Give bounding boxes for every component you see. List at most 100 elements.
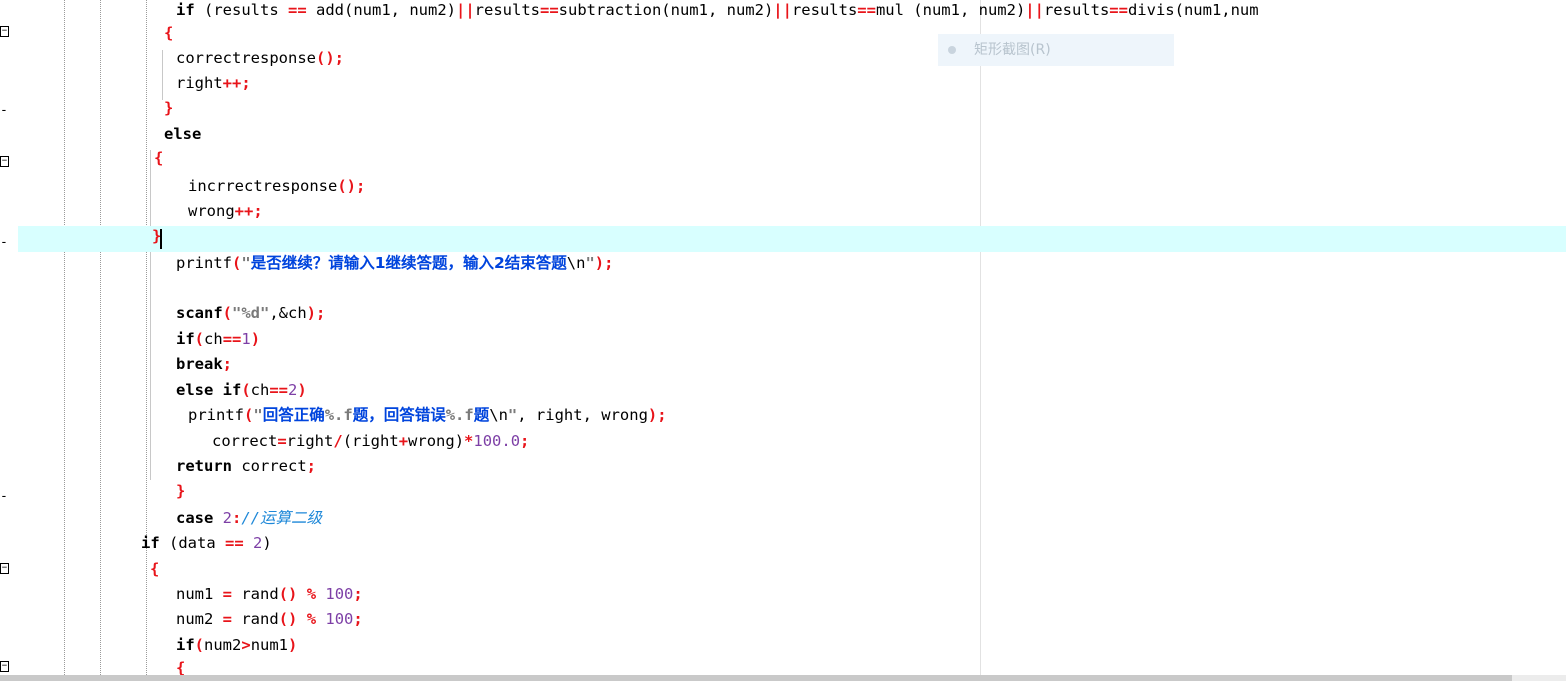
code-token: == [222,330,242,348]
code-line[interactable]: break; [176,353,232,375]
code-token: ); [594,254,614,272]
code-token: ; [306,457,316,475]
code-token: case [176,509,214,527]
code-line[interactable]: printf("是否继续？请输入1继续答题，输入2结束答题\n"); [176,252,613,274]
context-menu-item-rect-screenshot[interactable]: 矩形截图(R) [938,34,1174,66]
code-token: %.f [324,406,353,424]
code-token: 100 [316,585,354,603]
code-token: 题，回答错误 [352,406,446,424]
code-token: + [398,432,409,450]
code-line[interactable]: scanf("%d",&ch); [176,302,325,324]
fold-margin[interactable]: − - − - - − − [0,0,18,681]
code-token: ); [647,406,667,424]
code-line[interactable]: wrong++; [188,200,263,222]
code-line[interactable]: return correct; [176,455,316,477]
code-line[interactable]: correctresponse(); [176,47,344,69]
fold-end-marker: - [0,103,8,118]
code-token: num1 [176,585,223,603]
code-token: incrrectresponse [188,177,338,195]
code-token: || [455,1,475,19]
code-token: ; [353,610,363,628]
code-line[interactable]: printf("回答正确%.f题，回答错误%.f题\n", right, wro… [188,404,667,426]
code-token: / [333,432,343,450]
code-token: ch [250,381,270,399]
code-line[interactable]: else [164,123,201,145]
code-token: wrong [188,202,235,220]
code-token: == [288,1,307,19]
code-line[interactable]: right++; [176,72,251,94]
fold-collapse-icon[interactable]: − [0,156,9,167]
code-token: = [277,432,287,450]
code-token: divis(num1,num [1127,1,1259,19]
fold-collapse-icon[interactable]: − [0,26,9,37]
code-token: () [278,585,298,603]
code-token: ) [262,534,272,552]
code-token: subtraction(num1, num2) [558,1,774,19]
code-line[interactable]: else if(ch==2) [176,379,307,401]
code-line[interactable]: incrrectresponse(); [188,175,365,197]
code-token: || [1025,1,1044,19]
code-token: rand [232,610,279,628]
code-token: " [241,254,251,272]
fold-end-marker: - [0,235,8,250]
code-token: 1 [241,330,251,348]
code-token: 100 [316,610,354,628]
code-token: else if [176,381,242,399]
code-token: 2 [243,534,263,552]
code-token: % [306,585,317,603]
code-line[interactable]: case 2://运算二级 [176,507,322,529]
code-token: ) [297,381,307,399]
code-token: correct [232,457,307,475]
code-token: ; [520,432,530,450]
code-token: correct [212,432,278,450]
code-token: else [164,125,202,143]
code-token: 2 [213,509,232,527]
code-token: ) [288,636,298,654]
code-token: = [222,585,233,603]
code-line[interactable]: if (results == add(num1, num2)||results=… [176,0,1259,21]
code-token: 回答正确 [262,406,325,424]
scrollbar-thumb[interactable] [0,675,1512,681]
fold-collapse-icon[interactable]: − [0,563,9,574]
code-token: num1 [250,636,289,654]
long-line-marker [980,0,981,681]
code-token: ( [232,254,242,272]
code-token: ( [194,330,205,348]
minus-icon: − [1,156,8,166]
code-token: == [269,381,289,399]
code-line[interactable]: { [150,558,159,580]
code-token: ( [241,381,251,399]
code-line[interactable]: if(num2>num1) [176,634,297,656]
code-line[interactable]: num2 = rand() % 100; [176,608,363,630]
code-token: = [222,610,233,628]
code-token: right [286,432,334,450]
code-token: ); [306,304,326,322]
code-token: scanf [176,304,223,322]
code-token: ( [244,406,254,424]
code-token: (); [337,177,366,195]
code-line[interactable]: { [154,147,163,169]
code-token: ; [353,585,363,603]
code-token: () [278,610,298,628]
code-line[interactable]: correct=right/(right+wrong)*100.0; [212,430,529,452]
code-line[interactable]: } [164,97,173,119]
code-line[interactable]: num1 = rand() % 100; [176,583,363,605]
code-line[interactable]: { [164,22,173,44]
code-line[interactable]: } [176,480,185,502]
code-token: " [585,254,595,272]
code-token: " [507,406,518,424]
code-editor[interactable]: − - − - - − − if (results == add(num1, num2)||… [0,0,1566,681]
code-token: ) [250,330,261,348]
code-line[interactable]: if (data == 2) [141,532,272,554]
code-token: "%d" [232,304,270,322]
current-line-highlight [18,226,1566,252]
code-token: == [1109,1,1128,19]
code-token: if [176,330,195,348]
code-token: * [464,432,474,450]
text-caret [160,229,162,249]
code-token: num2 [204,636,242,654]
code-token: ; [222,355,233,373]
fold-collapse-icon[interactable]: − [0,661,9,672]
code-line[interactable]: if(ch==1) [176,328,260,350]
